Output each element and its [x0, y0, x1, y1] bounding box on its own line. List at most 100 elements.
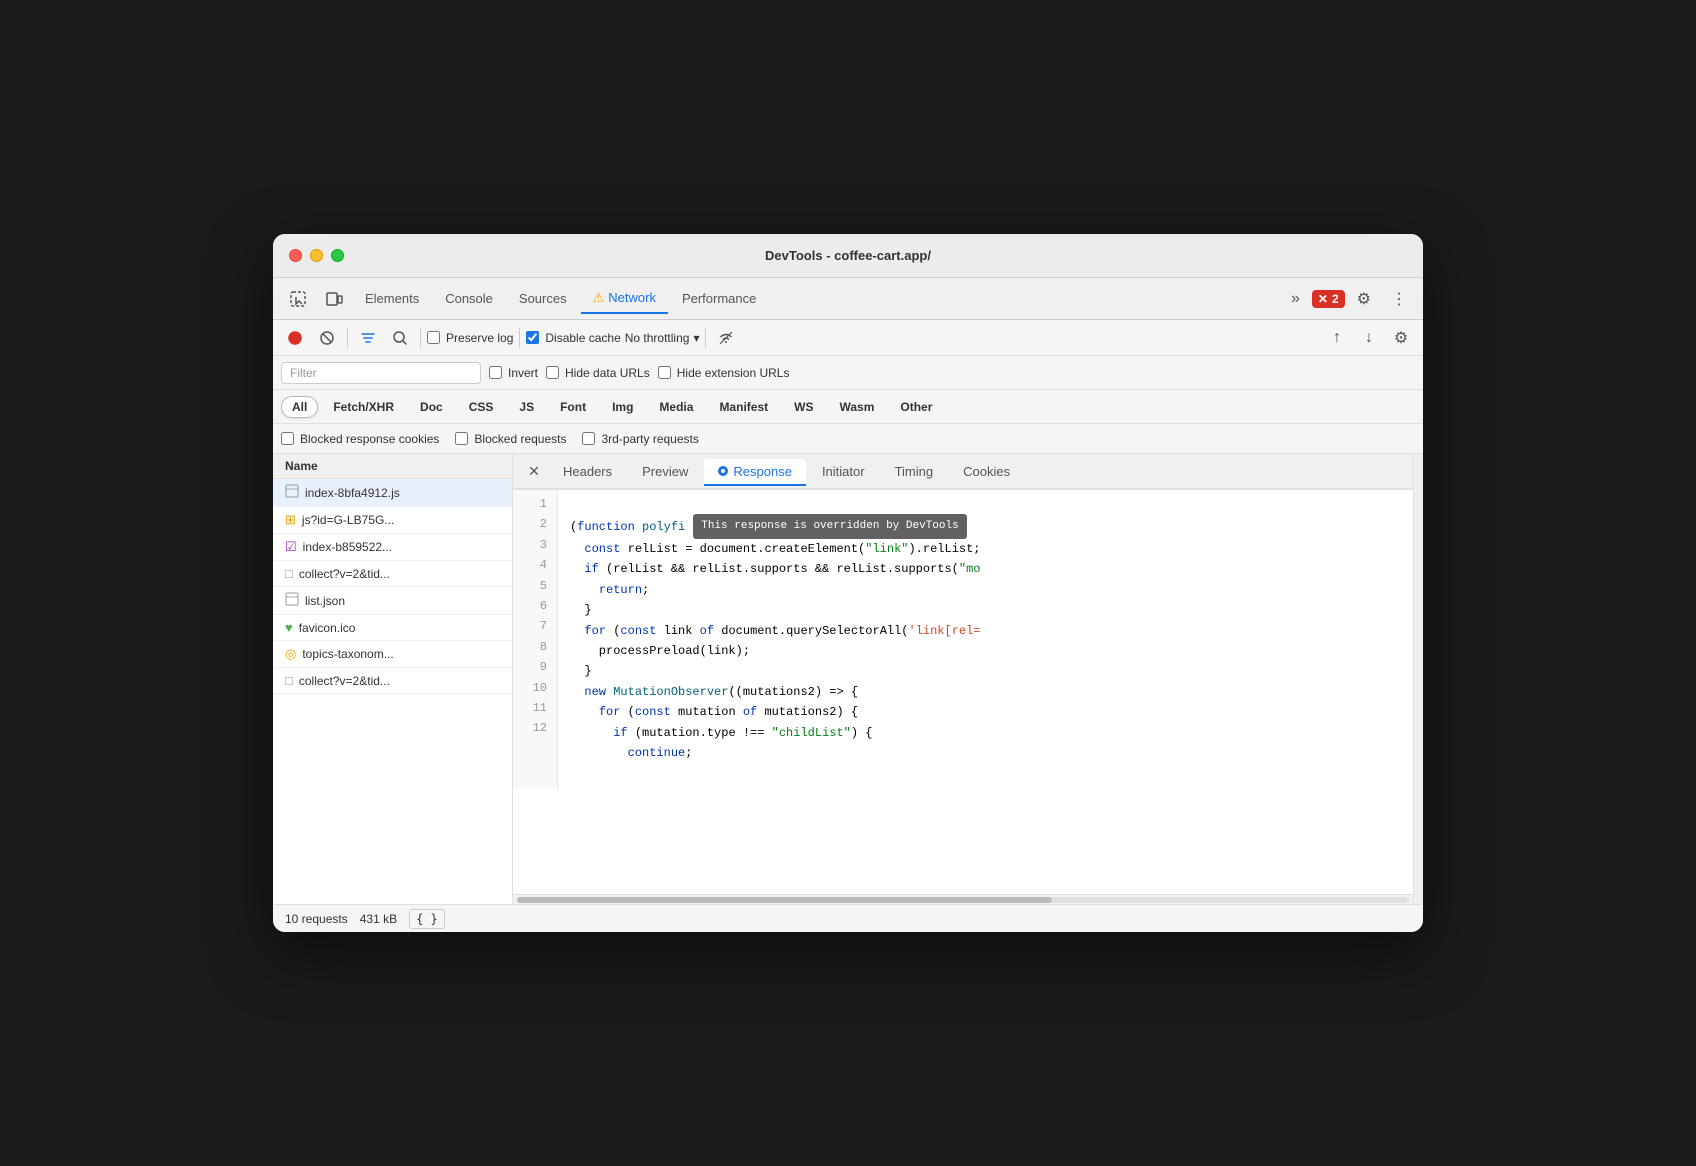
file-item-3[interactable]: □ collect?v=2&tid...: [273, 561, 512, 587]
type-js[interactable]: JS: [508, 396, 545, 418]
request-count: 10 requests: [285, 912, 348, 926]
file-item-1[interactable]: ⊞ js?id=G-LB75G...: [273, 507, 512, 534]
divider-2: [420, 328, 421, 348]
panel-tab-timing[interactable]: Timing: [881, 459, 948, 484]
hide-ext-urls-input[interactable]: [658, 366, 671, 379]
tab-network[interactable]: ⚠ Network: [581, 284, 668, 314]
code-area[interactable]: 1 2 3 4 5 6 7 8 9 10 11 12 (function pol…: [513, 490, 1413, 894]
format-json-button[interactable]: { }: [409, 909, 445, 929]
type-img[interactable]: Img: [601, 396, 644, 418]
file-icon-1: ⊞: [285, 512, 296, 528]
network-toolbar: Preserve log Disable cache No throttling…: [273, 320, 1423, 356]
panel-tab-response[interactable]: Response: [704, 459, 806, 486]
file-item-5[interactable]: ♥ favicon.ico: [273, 615, 512, 641]
scrollbar-track: [517, 897, 1409, 903]
type-ws[interactable]: WS: [783, 396, 824, 418]
file-icon-3: □: [285, 566, 293, 581]
panel-tab-initiator[interactable]: Initiator: [808, 459, 879, 484]
status-bar: 10 requests 431 kB { }: [273, 904, 1423, 932]
type-manifest[interactable]: Manifest: [708, 396, 779, 418]
blocked-requests-checkbox[interactable]: Blocked requests: [455, 432, 566, 446]
maximize-button[interactable]: [331, 249, 344, 262]
file-item-6[interactable]: ◎ topics-taxonom...: [273, 641, 512, 668]
tab-bar-right: » ✕ 2 ⚙ ⋮: [1283, 283, 1415, 315]
code-line-1: (function polyfiThis response is overrid…: [570, 520, 981, 760]
disable-cache-input[interactable]: [526, 331, 539, 344]
blocked-cookies-checkbox[interactable]: Blocked response cookies: [281, 432, 439, 446]
toolbar-right: ↑ ↓ ⚙: [1323, 324, 1415, 352]
more-options-icon[interactable]: ⋮: [1383, 283, 1415, 315]
panel-tab-preview[interactable]: Preview: [628, 459, 702, 484]
file-name-4: list.json: [305, 594, 345, 608]
vertical-scrollbar[interactable]: [1413, 454, 1423, 904]
code-content: 1 2 3 4 5 6 7 8 9 10 11 12 (function pol…: [513, 490, 1413, 788]
blocked-row: Blocked response cookies Blocked request…: [273, 424, 1423, 454]
settings-icon[interactable]: ⚙: [1349, 283, 1379, 315]
third-party-checkbox[interactable]: 3rd-party requests: [582, 432, 698, 446]
devtools-window: DevTools - coffee-cart.app/ Elements Con…: [273, 234, 1423, 932]
tab-performance[interactable]: Performance: [670, 285, 768, 312]
panel-area: ✕ Headers Preview Response Initiator Tim…: [513, 454, 1413, 904]
divider-4: [705, 328, 706, 348]
invert-checkbox[interactable]: Invert: [489, 366, 538, 380]
panel-close-button[interactable]: ✕: [521, 458, 547, 484]
export-button[interactable]: ↑: [1323, 324, 1351, 352]
wifi-icon[interactable]: [712, 324, 740, 352]
file-list: Name index-8bfa4912.js ⊞ js?id=G-LB75G..…: [273, 454, 513, 904]
filter-input[interactable]: [281, 362, 481, 384]
type-css[interactable]: CSS: [458, 396, 505, 418]
file-js-icon: [285, 484, 299, 501]
file-name-3: collect?v=2&tid...: [299, 567, 390, 581]
type-fetch-xhr[interactable]: Fetch/XHR: [322, 396, 405, 418]
divider-1: [347, 328, 348, 348]
blocked-cookies-input[interactable]: [281, 432, 294, 445]
preserve-log-checkbox[interactable]: Preserve log: [427, 331, 513, 345]
clear-button[interactable]: [313, 324, 341, 352]
close-button[interactable]: [289, 249, 302, 262]
file-name-0: index-8bfa4912.js: [305, 486, 400, 500]
hide-data-urls-checkbox[interactable]: Hide data URLs: [546, 366, 650, 380]
chevron-down-icon: ▾: [693, 331, 699, 345]
third-party-input[interactable]: [582, 432, 595, 445]
type-wasm[interactable]: Wasm: [828, 396, 885, 418]
filter-button[interactable]: [354, 324, 382, 352]
override-tooltip: This response is overridden by DevTools: [693, 514, 966, 539]
divider-3: [519, 328, 520, 348]
record-button[interactable]: [281, 324, 309, 352]
import-button[interactable]: ↓: [1355, 324, 1383, 352]
panel-tab-headers[interactable]: Headers: [549, 459, 626, 484]
minimize-button[interactable]: [310, 249, 323, 262]
network-settings-button[interactable]: ⚙: [1387, 324, 1415, 352]
type-font[interactable]: Font: [549, 396, 597, 418]
file-icon-7: □: [285, 673, 293, 688]
code-lines: (function polyfiThis response is overrid…: [558, 490, 993, 788]
file-icon-2: ☑: [285, 539, 297, 555]
preserve-log-input[interactable]: [427, 331, 440, 344]
tab-sources[interactable]: Sources: [507, 285, 579, 312]
file-item-2[interactable]: ☑ index-b859522...: [273, 534, 512, 561]
type-other[interactable]: Other: [889, 396, 943, 418]
horizontal-scrollbar[interactable]: [513, 894, 1413, 904]
file-item-7[interactable]: □ collect?v=2&tid...: [273, 668, 512, 694]
type-doc[interactable]: Doc: [409, 396, 454, 418]
more-tabs-button[interactable]: »: [1283, 284, 1308, 314]
main-area: Name index-8bfa4912.js ⊞ js?id=G-LB75G..…: [273, 454, 1423, 904]
type-all[interactable]: All: [281, 396, 318, 418]
warning-icon: ⚠: [593, 290, 605, 306]
tab-elements[interactable]: Elements: [353, 285, 431, 312]
blocked-requests-input[interactable]: [455, 432, 468, 445]
file-item-4[interactable]: list.json: [273, 587, 512, 615]
transfer-size: 431 kB: [360, 912, 397, 926]
tab-console[interactable]: Console: [433, 285, 505, 312]
panel-tab-cookies[interactable]: Cookies: [949, 459, 1024, 484]
device-icon[interactable]: [317, 284, 351, 314]
search-button[interactable]: [386, 324, 414, 352]
invert-input[interactable]: [489, 366, 502, 379]
cursor-icon[interactable]: [281, 284, 315, 314]
disable-cache-checkbox[interactable]: Disable cache: [526, 331, 620, 345]
hide-data-urls-input[interactable]: [546, 366, 559, 379]
type-media[interactable]: Media: [648, 396, 704, 418]
file-item-0[interactable]: index-8bfa4912.js: [273, 479, 512, 507]
throttle-select[interactable]: No throttling ▾: [625, 331, 700, 345]
hide-ext-urls-checkbox[interactable]: Hide extension URLs: [658, 366, 790, 380]
